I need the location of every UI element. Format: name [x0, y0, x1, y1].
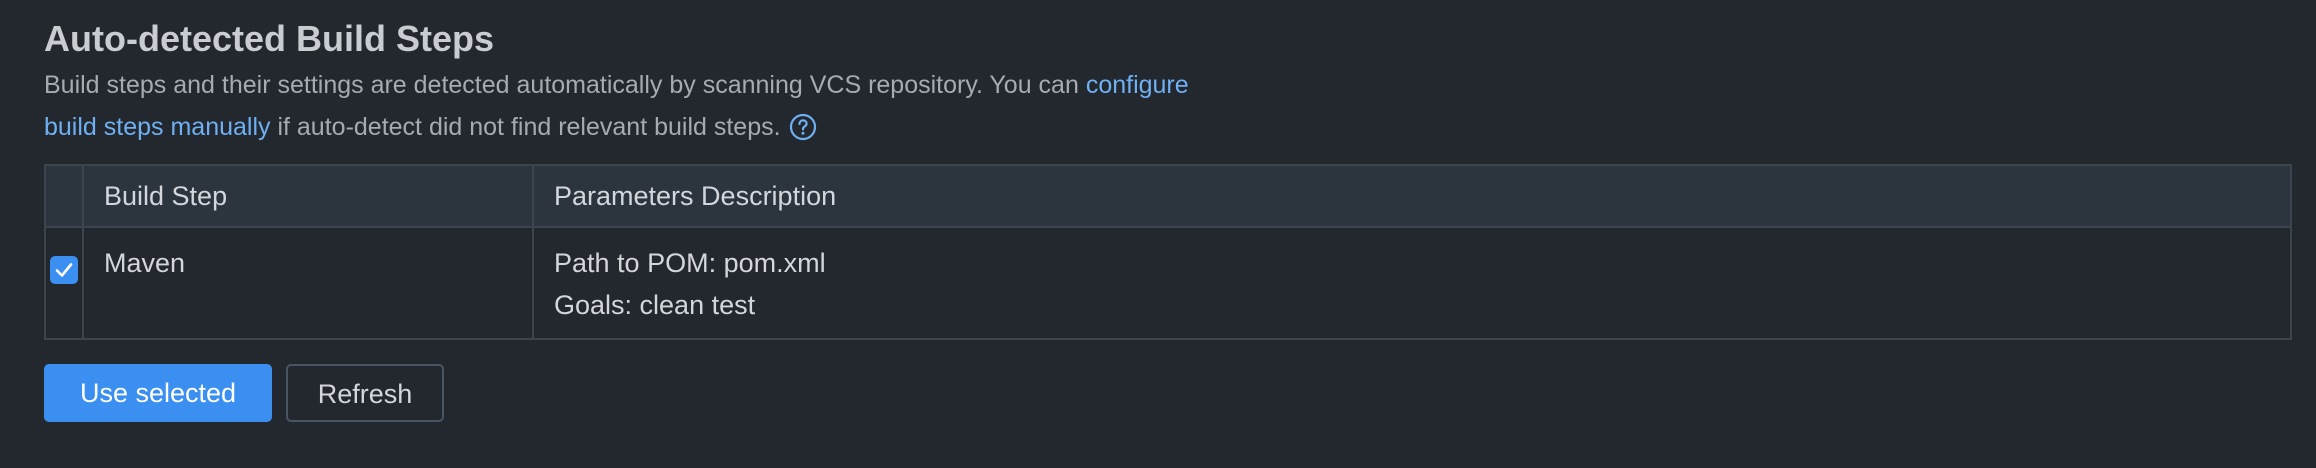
table-header-row: Build Step Parameters Description [44, 164, 2292, 228]
section-title: Auto-detected Build Steps [44, 18, 495, 59]
parameter-line: Goals: clean test [554, 290, 756, 320]
description-text-2: if auto-detect did not find relevant bui… [270, 113, 781, 141]
refresh-button[interactable]: Refresh [286, 364, 444, 422]
table-row: Maven Path to POM: pom.xml Goals: clean … [44, 226, 2292, 340]
question-circle-icon[interactable] [789, 112, 817, 141]
build-step-cell: Maven [82, 226, 534, 340]
column-header-select [44, 164, 84, 228]
row-checkbox[interactable] [50, 256, 78, 284]
parameters-cell: Path to POM: pom.xml Goals: clean test [532, 226, 2292, 340]
configure-link[interactable]: configure [1086, 71, 1189, 99]
checkmark-icon [55, 263, 73, 277]
action-buttons: Use selected Refresh [44, 364, 444, 422]
use-selected-button[interactable]: Use selected [44, 364, 272, 422]
build-steps-table: Build Step Parameters Description Maven … [44, 164, 2292, 340]
column-header-build-step: Build Step [82, 164, 534, 228]
column-header-parameters: Parameters Description [532, 164, 2292, 228]
section-description: Build steps and their settings are detec… [44, 64, 1344, 148]
parameter-line: Path to POM: pom.xml [554, 248, 826, 278]
description-text-1: Build steps and their settings are detec… [44, 71, 1086, 99]
build-steps-manually-link[interactable]: build steps manually [44, 113, 271, 141]
row-select-cell [44, 226, 84, 340]
